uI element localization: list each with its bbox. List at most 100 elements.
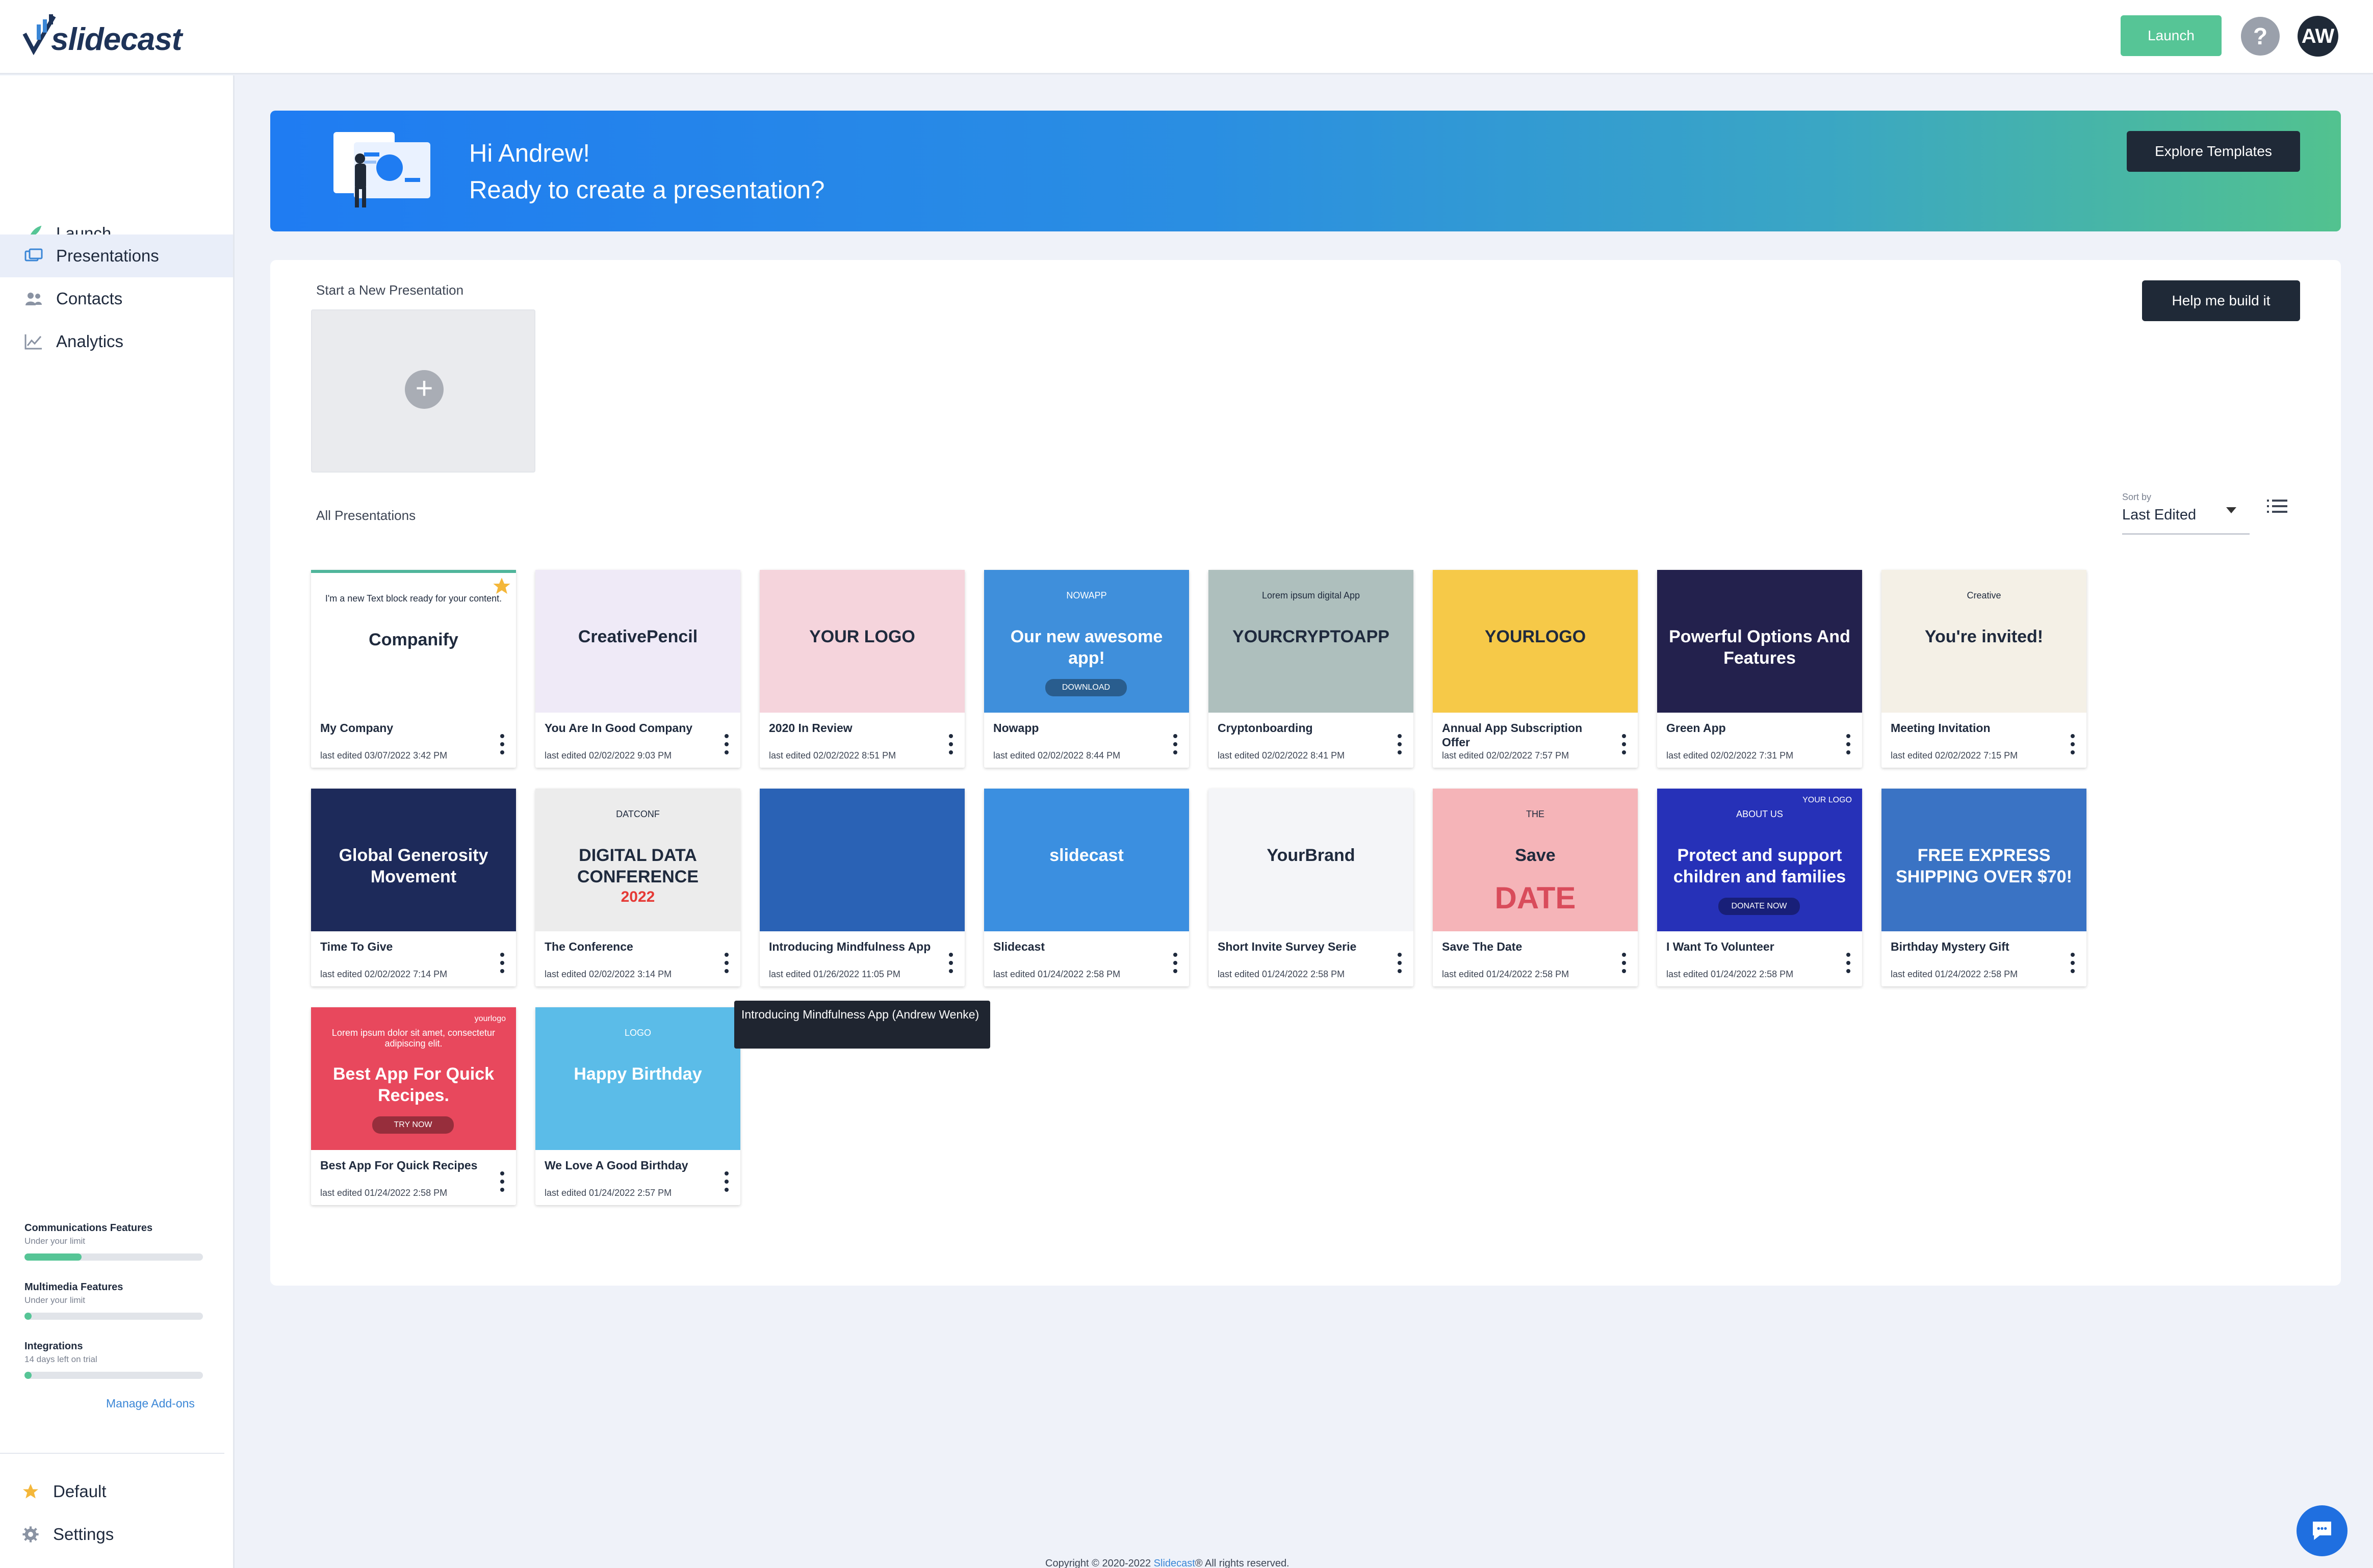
presentation-title: Introducing Mindfulness App [769,940,931,953]
presentation-thumbnail[interactable]: DIGITAL DATA CONFERENCE DATCONF 2022 [535,789,740,931]
chat-button[interactable] [2297,1505,2348,1556]
feature-subtitle: Under your limit [24,1236,86,1246]
presentation-card[interactable]: CreativePencil You Are In Good Company las… [535,570,740,768]
presentation-card[interactable]: Companify I'm a new Text block ready for … [311,570,516,768]
sidebar-item-settings[interactable]: Settings [20,1524,114,1545]
presentation-card[interactable]: Best App For Quick Recipes. Lorem ipsum d… [311,1007,516,1205]
sidebar-item-default[interactable]: Default [20,1481,107,1502]
sort-by-select[interactable]: Sort by Last Edited [2122,492,2250,535]
thumbnail-logo: yourlogo [474,1014,506,1023]
tooltip: Introducing Mindfulness App (Andrew Wenk… [734,1001,990,1049]
analytics-icon [23,331,44,352]
presentation-thumbnail[interactable]: YourBrand [1208,789,1413,931]
presentation-card[interactable]: DIGITAL DATA CONFERENCE DATCONF 2022 The Co… [535,789,740,986]
more-options-icon[interactable] [1621,953,1627,973]
presentation-thumbnail[interactable] [760,789,965,931]
avatar[interactable]: AW [2298,16,2338,57]
presentation-title: Meeting Invitation [1891,721,1991,735]
sidebar-item-analytics[interactable]: Analytics [0,320,233,363]
presentation-thumbnail[interactable]: Save THE DATE [1433,789,1638,931]
presentation-card[interactable]: Save THE DATE Save The Date last edited 01/2… [1433,789,1638,986]
presentation-card[interactable]: Protect and support children and familie… [1657,789,1862,986]
help-button[interactable]: ? [2241,17,2280,56]
presentation-card[interactable]: Powerful Options And Features Green App la… [1657,570,1862,768]
presentation-card[interactable]: YOUR LOGO 2020 In Review last edited 02/02… [760,570,965,768]
more-options-icon[interactable] [500,953,505,973]
more-options-icon[interactable] [724,734,729,754]
presentation-card[interactable]: Our new awesome app! NOWAPP DOWNLOAD Nowapp… [984,570,1189,768]
presentation-date: last edited 02/02/2022 8:44 PM [993,750,1121,761]
more-options-icon[interactable] [724,1171,729,1192]
more-options-icon[interactable] [2070,734,2075,754]
more-options-icon[interactable] [1173,953,1178,973]
new-presentation-tile[interactable]: + [311,309,535,473]
presentation-thumbnail[interactable]: You're invited! Creative [1881,570,2086,713]
more-options-icon[interactable] [1173,734,1178,754]
more-options-icon[interactable] [1397,734,1402,754]
presentation-card[interactable]: Global Generosity Movement Time To Give la… [311,789,516,986]
more-options-icon[interactable] [1397,953,1402,973]
presentation-card[interactable]: FREE EXPRESS SHIPPING OVER $70! Birthday … [1881,789,2086,986]
more-options-icon[interactable] [948,734,953,754]
thumbnail-title: Powerful Options And Features [1669,627,1850,668]
presentation-date: last edited 01/24/2022 2:58 PM [1666,969,1794,979]
feature-subtitle: Under your limit [24,1295,86,1305]
presentation-card[interactable]: Introducing Mindfulness App last edited 0… [760,789,965,986]
thumbnail-title: Companify [369,630,458,649]
footer: Copyright © 2020-2022 Slidecast® All rig… [1045,1558,1289,1568]
feature-integrations: Integrations 14 days left on trial [24,1341,203,1379]
launch-button[interactable]: Launch [2121,15,2222,56]
presentations-panel: Start a New Presentation + Help me build… [270,260,2341,1286]
presentation-card[interactable]: You're invited! Creative Meeting Invitatio… [1881,570,2086,768]
more-options-icon[interactable] [948,953,953,973]
more-options-icon[interactable] [1846,953,1851,973]
presentation-card[interactable]: YOURLOGO Annual App Subscription Offer las… [1433,570,1638,768]
thumbnail-button: DOWNLOAD [1045,679,1127,696]
favorite-star-icon[interactable] [492,576,512,596]
sidebar-item-presentations[interactable]: Presentations [0,234,233,277]
presentation-title: Short Invite Survey Serie [1218,940,1357,953]
presentation-thumbnail[interactable]: YOURLOGO [1433,570,1638,713]
presentation-title: Annual App Subscription Offer [1442,721,1583,749]
thumbnail-button: TRY NOW [372,1116,454,1134]
presentation-card[interactable]: Happy Birthday LOGO We Love A Good Birthda… [535,1007,740,1205]
presentation-thumbnail[interactable]: YOUR LOGO [760,570,965,713]
presentation-date: last edited 02/02/2022 3:14 PM [545,969,672,979]
presentation-thumbnail[interactable]: Protect and support children and familie… [1657,789,1862,931]
more-options-icon[interactable] [1621,734,1627,754]
presentation-thumbnail[interactable]: Happy Birthday LOGO [535,1007,740,1150]
slidecast-logo[interactable]: slidecast [22,13,186,57]
feature-progress-fill [24,1253,82,1261]
footer-copyright: Copyright © 2020-2022 [1045,1558,1154,1568]
more-options-icon[interactable] [1846,734,1851,754]
more-options-icon[interactable] [2070,953,2075,973]
presentation-thumbnail[interactable]: Best App For Quick Recipes. Lorem ipsum d… [311,1007,516,1150]
presentation-thumbnail[interactable]: YOURCRYPTOAPP Lorem ipsum digital App [1208,570,1413,713]
thumbnail-subtitle: LOGO [624,1028,651,1038]
presentation-thumbnail[interactable]: Global Generosity Movement [311,789,516,931]
feature-progress-bar [24,1313,203,1320]
more-options-icon[interactable] [724,953,729,973]
presentation-card[interactable]: YOURCRYPTOAPP Lorem ipsum digital App Cryp… [1208,570,1413,768]
sidebar-divider [0,1453,224,1454]
help-me-build-button[interactable]: Help me build it [2142,280,2300,321]
list-view-icon[interactable] [2267,498,2287,515]
more-options-icon[interactable] [500,734,505,754]
presentation-thumbnail[interactable]: FREE EXPRESS SHIPPING OVER $70! [1881,789,2086,931]
banner-illustration-icon [333,132,430,207]
explore-templates-button[interactable]: Explore Templates [2127,131,2300,172]
sidebar-item-contacts[interactable]: Contacts [0,277,233,320]
presentation-thumbnail[interactable]: slidecast [984,789,1189,931]
thumbnail-title: Best App For Quick Recipes. [332,1064,495,1105]
presentation-card[interactable]: YourBrand Short Invite Survey Serie last e… [1208,789,1413,986]
presentation-thumbnail[interactable]: CreativePencil [535,570,740,713]
manage-addons-link[interactable]: Manage Add-ons [106,1397,195,1410]
presentation-thumbnail[interactable]: Our new awesome app! NOWAPP DOWNLOAD [984,570,1189,713]
more-options-icon[interactable] [500,1171,505,1192]
presentation-thumbnail[interactable]: Companify I'm a new Text block ready for … [311,570,516,713]
footer-slidecast-link[interactable]: Slidecast [1154,1558,1195,1568]
presentation-title: The Conference [545,940,633,953]
presentation-card[interactable]: slidecast Slidecast last edited 01/24/2022… [984,789,1189,986]
presentation-thumbnail[interactable]: Powerful Options And Features [1657,570,1862,713]
start-new-label: Start a New Presentation [316,282,464,298]
